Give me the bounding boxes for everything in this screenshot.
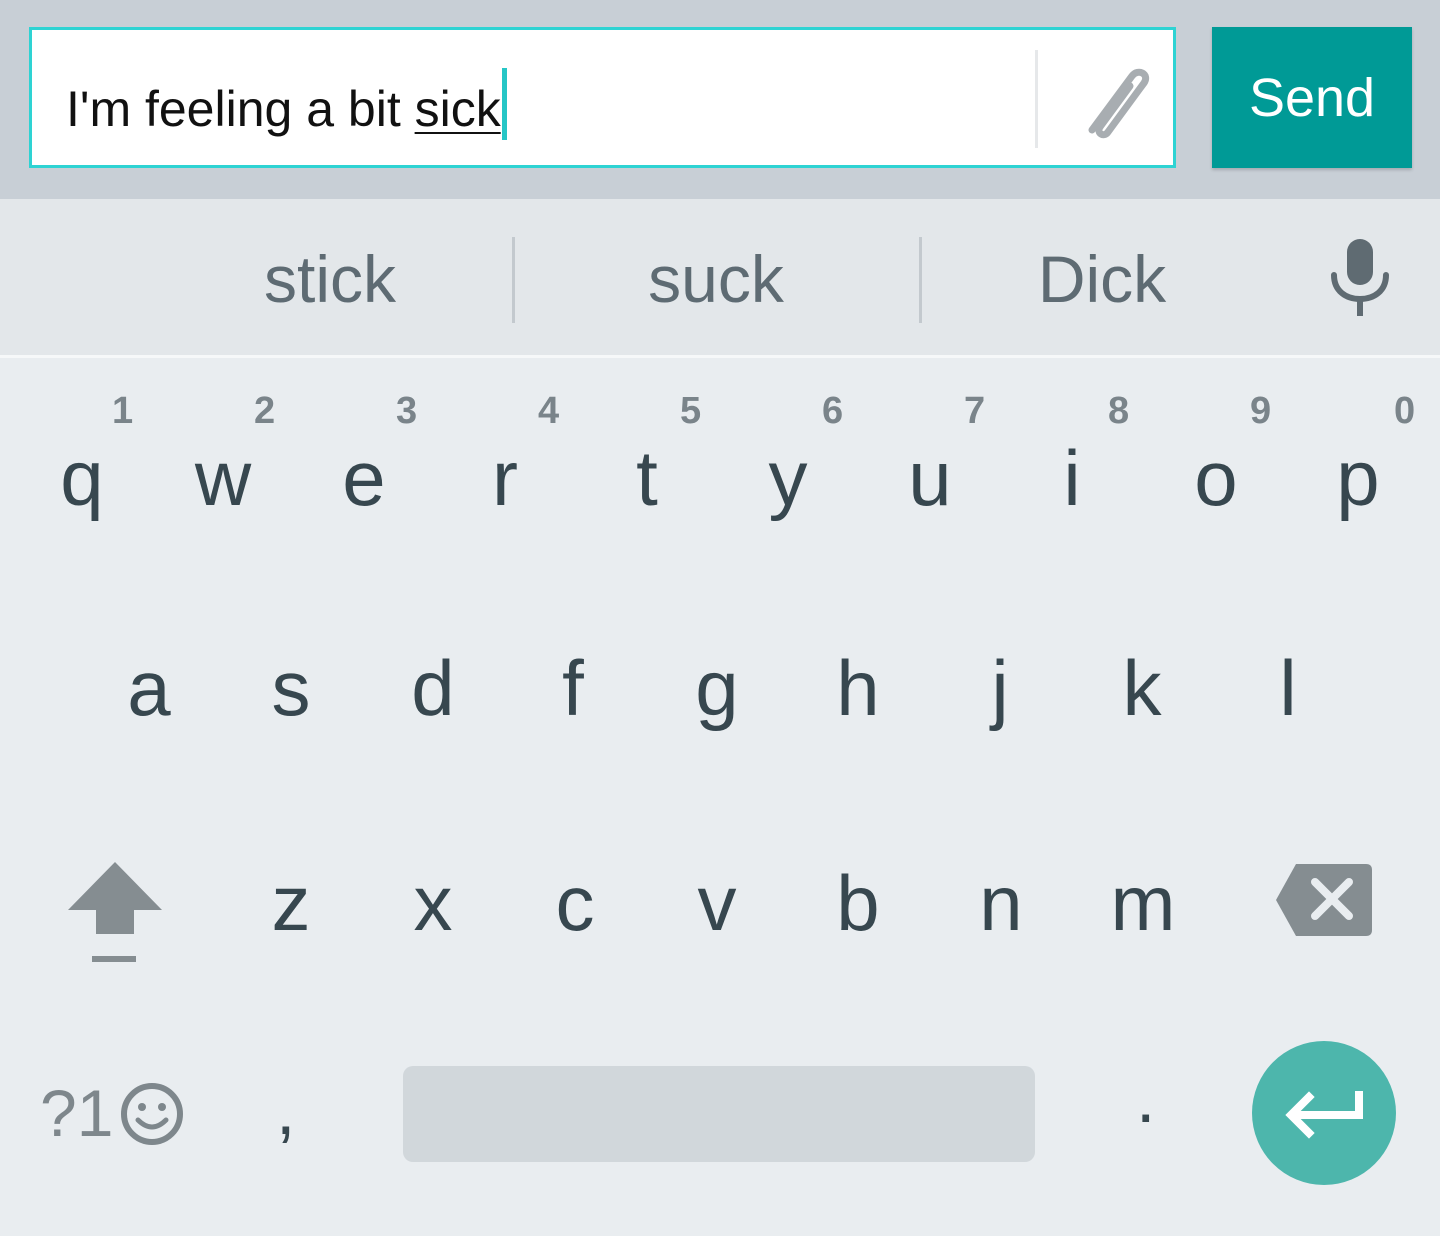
key-hint-number: 7 <box>964 390 986 432</box>
key-a[interactable]: a <box>79 643 219 753</box>
key-i[interactable]: i <box>1002 433 1142 543</box>
suggestion-1[interactable]: stick <box>180 239 480 319</box>
key-letter: f <box>562 644 584 732</box>
key-letter: l <box>1279 644 1297 732</box>
backspace-icon <box>1276 864 1372 936</box>
comma-key[interactable]: , <box>276 1070 295 1150</box>
key-k[interactable]: k <box>1072 643 1212 753</box>
key-letter: j <box>991 644 1009 732</box>
key-hint-number: 0 <box>1394 390 1416 432</box>
key-g[interactable]: g <box>647 643 787 753</box>
suggestion-2[interactable]: suck <box>566 239 866 319</box>
paperclip-icon[interactable] <box>1062 52 1158 148</box>
smiley-icon[interactable] <box>118 1080 186 1148</box>
key-h[interactable]: h <box>788 643 928 753</box>
key-letter: v <box>697 859 737 947</box>
text-caret <box>501 68 507 140</box>
send-button[interactable]: Send <box>1212 27 1412 168</box>
space-key[interactable] <box>403 1066 1035 1162</box>
enter-key[interactable] <box>1252 1041 1396 1185</box>
microphone-icon[interactable] <box>1318 235 1402 319</box>
suggestion-strip: stick suck Dick <box>0 199 1440 358</box>
key-letter: p <box>1336 434 1380 522</box>
key-letter: o <box>1194 434 1238 522</box>
suggestion-divider <box>919 237 922 323</box>
key-letter: q <box>60 434 104 522</box>
key-n[interactable]: n <box>931 858 1071 968</box>
key-hint-number: 8 <box>1108 390 1130 432</box>
message-input[interactable]: I'm feeling a bit sick <box>29 27 1176 168</box>
key-d[interactable]: d <box>363 643 503 753</box>
key-u[interactable]: u <box>860 433 1000 543</box>
key-hint-number: 9 <box>1250 390 1272 432</box>
key-b[interactable]: b <box>788 858 928 968</box>
key-m[interactable]: m <box>1073 858 1213 968</box>
key-o[interactable]: o <box>1146 433 1286 543</box>
key-letter: y <box>768 434 808 522</box>
key-hint-number: 5 <box>680 390 702 432</box>
key-s[interactable]: s <box>221 643 361 753</box>
key-letter: d <box>411 644 455 732</box>
key-y[interactable]: y <box>718 433 858 543</box>
key-letter: s <box>271 644 311 732</box>
key-letter: t <box>636 434 658 522</box>
message-text-plain: I'm feeling a bit <box>66 81 415 137</box>
key-q[interactable]: q <box>12 433 152 543</box>
key-c[interactable]: c <box>505 858 645 968</box>
key-x[interactable]: x <box>363 858 503 968</box>
key-letter: u <box>908 434 952 522</box>
key-letter: k <box>1122 644 1162 732</box>
suggestion-3[interactable]: Dick <box>952 239 1252 319</box>
key-letter: r <box>492 434 518 522</box>
key-hint-number: 6 <box>822 390 844 432</box>
keyboard: q1 w2 e3 r4 t5 y6 u7 i8 o9 p0 a s d f g h j k l z x c v b nm ?… <box>0 358 1440 1236</box>
key-hint-number: 4 <box>538 390 560 432</box>
key-letter: a <box>127 644 171 732</box>
key-letter: x <box>413 859 453 947</box>
key-w[interactable]: w <box>153 433 293 543</box>
key-z[interactable]: z <box>221 858 361 968</box>
shift-arrow-icon <box>68 862 162 962</box>
key-letter: e <box>342 434 386 522</box>
message-text[interactable]: I'm feeling a bit sick <box>66 68 507 140</box>
key-letter: n <box>979 859 1023 947</box>
key-letter: c <box>555 859 595 947</box>
key-hint-number: 1 <box>112 390 134 432</box>
key-letter: h <box>836 644 880 732</box>
composing-word: sick <box>414 81 501 137</box>
symbols-key[interactable]: ?1 <box>40 1068 113 1158</box>
field-divider <box>1035 50 1038 148</box>
key-e[interactable]: e <box>294 433 434 543</box>
suggestion-divider <box>512 237 515 323</box>
enter-arrow-icon <box>1285 1091 1363 1139</box>
key-letter: i <box>1063 434 1081 522</box>
key-v[interactable]: v <box>647 858 787 968</box>
compose-bar: I'm feeling a bit sick Send <box>0 0 1440 199</box>
key-letter: z <box>271 859 311 947</box>
key-j[interactable]: j <box>930 643 1070 753</box>
key-p[interactable]: p <box>1288 433 1428 543</box>
key-hint-number: 2 <box>254 390 276 432</box>
key-letter: g <box>695 644 739 732</box>
key-f[interactable]: f <box>503 643 643 753</box>
key-t[interactable]: t <box>577 433 717 543</box>
key-hint-number: 3 <box>396 390 418 432</box>
key-letter: w <box>194 434 252 522</box>
key-letter: m <box>1110 859 1176 947</box>
key-letter: b <box>836 859 880 947</box>
shift-key[interactable] <box>60 858 170 968</box>
backspace-key[interactable] <box>1274 860 1374 940</box>
key-l[interactable]: l <box>1218 643 1358 753</box>
period-key[interactable]: . <box>1136 1058 1155 1138</box>
key-r[interactable]: r <box>435 433 575 543</box>
